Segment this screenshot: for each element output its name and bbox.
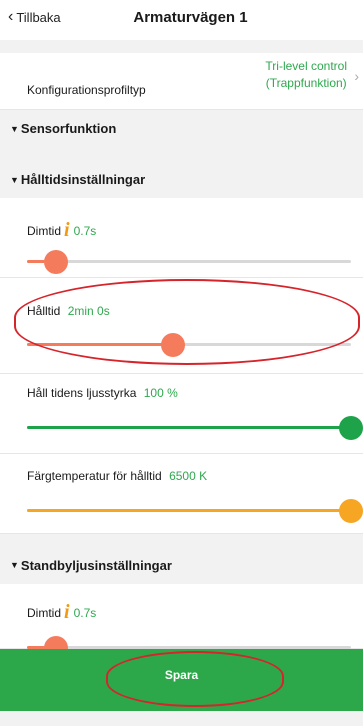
- ljusstyrka-label: Håll tidens ljusstyrka: [27, 386, 137, 400]
- config-value-line1: Tri-level control: [265, 59, 347, 73]
- fargtemp-value: 6500 K: [169, 469, 208, 483]
- section-standby-label: Standbyljusinställningar: [20, 557, 172, 573]
- fargtemp-slider-fill: [27, 509, 351, 512]
- dimtid-slider-thumb[interactable]: [44, 250, 69, 274]
- ljusstyrka-slider-fill: [27, 426, 351, 429]
- dimtid-value: 0.7s: [73, 223, 97, 238]
- ljusstyrka-slider[interactable]: [27, 416, 363, 440]
- standby-dimtid-value: 0.7s: [73, 605, 97, 620]
- section-sensor-label: Sensorfunktion: [20, 121, 117, 136]
- config-value-line2: (Trappfunktion): [265, 76, 347, 90]
- section-hold[interactable]: ▼ Hålltidsinställningar: [0, 161, 363, 198]
- section-standby[interactable]: ▼ Standbyljusinställningar: [0, 546, 363, 584]
- ljusstyrka-label-group: Håll tidens ljusstyrka 100 %: [27, 386, 178, 400]
- spacer: [0, 40, 363, 53]
- bottom-bar: [0, 711, 363, 726]
- info-icon[interactable]: i: [64, 219, 70, 242]
- ljusstyrka-slider-thumb[interactable]: [339, 416, 363, 440]
- standby-dimtid-label-group: Dimtid i 0.7s: [27, 601, 96, 624]
- info-icon[interactable]: i: [64, 601, 70, 624]
- section-hold-label: Hålltidsinställningar: [20, 172, 146, 187]
- ljusstyrka-value: 100 %: [143, 386, 178, 400]
- spacer: [0, 147, 363, 161]
- fargtemp-label-group: Färgtemperatur för hålltid 6500 K: [27, 469, 207, 483]
- fargtemp-slider-thumb[interactable]: [339, 499, 363, 523]
- save-highlight-ellipse: [106, 651, 284, 707]
- highlight-ellipse: [14, 279, 360, 365]
- triangle-down-icon: ▼: [10, 123, 19, 134]
- config-profile-label: Konfigurationsprofiltyp: [27, 83, 146, 97]
- chevron-right-icon: ›: [354, 68, 359, 84]
- dimtid-label-group: Dimtid i 0.7s: [27, 219, 96, 242]
- triangle-down-icon: ▼: [10, 560, 19, 570]
- triangle-down-icon: ▼: [10, 174, 19, 185]
- section-sensor[interactable]: ▼ Sensorfunktion: [0, 110, 363, 147]
- spacer: [0, 534, 363, 546]
- page-title: Armaturvägen 1: [133, 9, 248, 26]
- dimtid-label: Dimtid: [27, 223, 62, 238]
- dimtid-slider[interactable]: [27, 250, 351, 274]
- top-bar: ‹ Tillbaka Armaturvägen 1: [0, 0, 363, 40]
- fargtemp-label: Färgtemperatur för hålltid: [27, 469, 162, 483]
- fargtemp-row: [0, 454, 363, 534]
- config-profile-value: Tri-level control (Trappfunktion): [265, 58, 347, 92]
- fargtemp-slider[interactable]: [27, 499, 363, 523]
- standby-dimtid-label: Dimtid: [27, 605, 62, 620]
